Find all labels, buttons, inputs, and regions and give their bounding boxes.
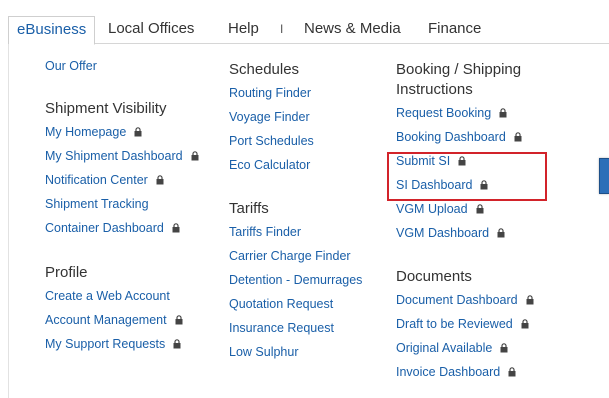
- lock-icon: [173, 339, 181, 349]
- tab-help[interactable]: Help: [228, 16, 259, 44]
- lock-icon: [175, 315, 183, 325]
- link-account-management[interactable]: Account Management: [45, 312, 183, 328]
- link-original-available[interactable]: Original Available: [396, 340, 508, 356]
- vgm-highlight-box: [387, 152, 547, 201]
- link-my-homepage[interactable]: My Homepage: [45, 124, 142, 140]
- heading-documents: Documents: [396, 268, 472, 285]
- link-routing-finder[interactable]: Routing Finder: [229, 85, 311, 101]
- heading-shipment-visibility: Shipment Visibility: [45, 100, 167, 117]
- heading-schedules: Schedules: [229, 61, 300, 78]
- side-panel-button[interactable]: [599, 158, 609, 194]
- lock-icon: [508, 367, 516, 377]
- link-vgm-upload[interactable]: VGM Upload: [396, 201, 484, 217]
- heading-booking-shipping: Booking / Shipping: [396, 61, 522, 78]
- link-request-booking[interactable]: Request Booking: [396, 105, 507, 121]
- link-vgm-dashboard[interactable]: VGM Dashboard: [396, 225, 505, 241]
- top-navigation: eBusiness Local Offices Help I News & Me…: [8, 16, 609, 45]
- lock-icon: [521, 319, 529, 329]
- link-our-offer[interactable]: Our Offer: [45, 58, 97, 74]
- heading-tariffs: Tariffs: [229, 200, 269, 217]
- link-shipment-tracking[interactable]: Shipment Tracking: [45, 196, 149, 212]
- link-tariffs-finder[interactable]: Tariffs Finder: [229, 224, 301, 240]
- link-voyage-finder[interactable]: Voyage Finder: [229, 109, 310, 125]
- link-create-web-account[interactable]: Create a Web Account: [45, 288, 170, 304]
- lock-icon: [526, 295, 534, 305]
- link-invoice-dashboard[interactable]: Invoice Dashboard: [396, 364, 516, 380]
- lock-icon: [134, 127, 142, 137]
- lock-icon: [172, 223, 180, 233]
- nav-separator: I: [280, 22, 284, 36]
- link-booking-dashboard[interactable]: Booking Dashboard: [396, 129, 522, 145]
- tab-ebusiness[interactable]: eBusiness: [8, 16, 96, 45]
- lock-icon: [156, 175, 164, 185]
- link-low-sulphur[interactable]: Low Sulphur: [229, 344, 299, 360]
- link-carrier-charge-finder[interactable]: Carrier Charge Finder: [229, 248, 351, 264]
- link-port-schedules[interactable]: Port Schedules: [229, 133, 314, 149]
- tab-local-offices[interactable]: Local Offices: [108, 16, 194, 44]
- link-my-shipment-dashboard[interactable]: My Shipment Dashboard: [45, 148, 199, 164]
- link-document-dashboard[interactable]: Document Dashboard: [396, 292, 534, 308]
- link-quotation-request[interactable]: Quotation Request: [229, 296, 333, 312]
- heading-instructions: Instructions: [396, 81, 473, 98]
- link-draft-to-be-reviewed[interactable]: Draft to be Reviewed: [396, 316, 529, 332]
- tab-news-media[interactable]: News & Media: [304, 16, 401, 44]
- mega-menu-panel: Our Offer Shipment Visibility My Homepag…: [8, 44, 609, 398]
- lock-icon: [514, 132, 522, 142]
- lock-icon: [500, 343, 508, 353]
- link-my-support-requests[interactable]: My Support Requests: [45, 336, 181, 352]
- link-container-dashboard[interactable]: Container Dashboard: [45, 220, 180, 236]
- heading-profile: Profile: [45, 264, 88, 281]
- lock-icon: [476, 204, 484, 214]
- link-detention-demurrages[interactable]: Detention - Demurrages: [229, 272, 362, 288]
- tab-finance[interactable]: Finance: [428, 16, 481, 44]
- lock-icon: [499, 108, 507, 118]
- link-insurance-request[interactable]: Insurance Request: [229, 320, 334, 336]
- lock-icon: [497, 228, 505, 238]
- link-notification-center[interactable]: Notification Center: [45, 172, 164, 188]
- lock-icon: [191, 151, 199, 161]
- link-eco-calculator[interactable]: Eco Calculator: [229, 157, 310, 173]
